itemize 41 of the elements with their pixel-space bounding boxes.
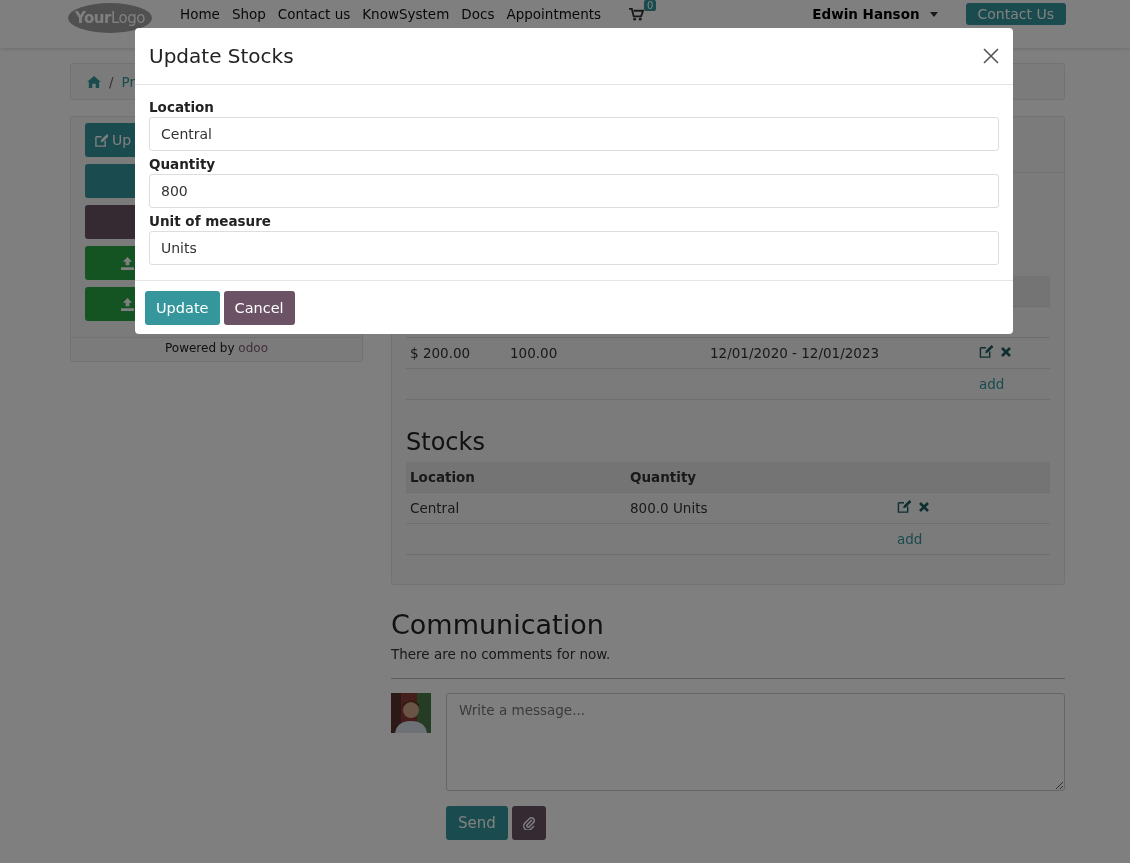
breadcrumb-separator: / (109, 73, 114, 90)
home-icon[interactable] (87, 75, 101, 88)
modal-title: Update Stocks (149, 44, 294, 68)
table-cell: $ 200.00 (410, 345, 471, 361)
column-header: Quantity (630, 469, 697, 485)
table-cell: 800.0 Units (630, 500, 708, 516)
table-cell: Central (410, 500, 460, 516)
edit-icon (95, 133, 108, 147)
section-heading: Stocks (406, 428, 486, 456)
input-field[interactable]: 800 (149, 174, 999, 208)
table-cell: 12/01/2020 - 12/01/2023 (710, 345, 880, 361)
section-heading: Communication (391, 609, 605, 640)
nav-link[interactable]: Appointments (506, 6, 601, 22)
nav-link[interactable]: Home (180, 6, 220, 22)
nav-link[interactable]: Shop (231, 6, 266, 22)
cart-icon[interactable] (629, 7, 644, 21)
close-icon[interactable] (983, 48, 999, 64)
modal-button[interactable]: Update (145, 291, 220, 325)
nav-link[interactable]: Docs (461, 6, 495, 22)
delete-icon[interactable] (919, 501, 929, 512)
user-menu[interactable]: Edwin Hanson (812, 3, 920, 22)
nav-link[interactable]: Contact us (277, 6, 351, 22)
column-header: Location (410, 469, 475, 485)
field-label: Unit of measure (149, 213, 272, 229)
edit-icon[interactable] (979, 345, 993, 358)
field-label: Location (149, 99, 215, 115)
caret-icon (929, 12, 938, 17)
input-field[interactable]: Units (149, 231, 999, 265)
field-label: Quantity (149, 156, 217, 172)
paperclip-icon (522, 816, 535, 830)
input-field[interactable]: Central (149, 117, 999, 151)
nav-link[interactable]: KnowSystem (362, 6, 450, 22)
delete-icon[interactable] (1001, 346, 1011, 357)
edit-icon[interactable] (897, 500, 911, 513)
attach-button[interactable] (511, 806, 546, 840)
modal-button[interactable]: Cancel (223, 291, 295, 325)
powered-by-text: Powered by odoo (71, 337, 362, 361)
table-cell: 100.00 (510, 345, 558, 361)
message-field[interactable]: Write a message... (446, 693, 1065, 791)
empty-comments-text: There are no comments for now. (391, 646, 612, 662)
cart-count-badge: 0 (644, 0, 657, 11)
